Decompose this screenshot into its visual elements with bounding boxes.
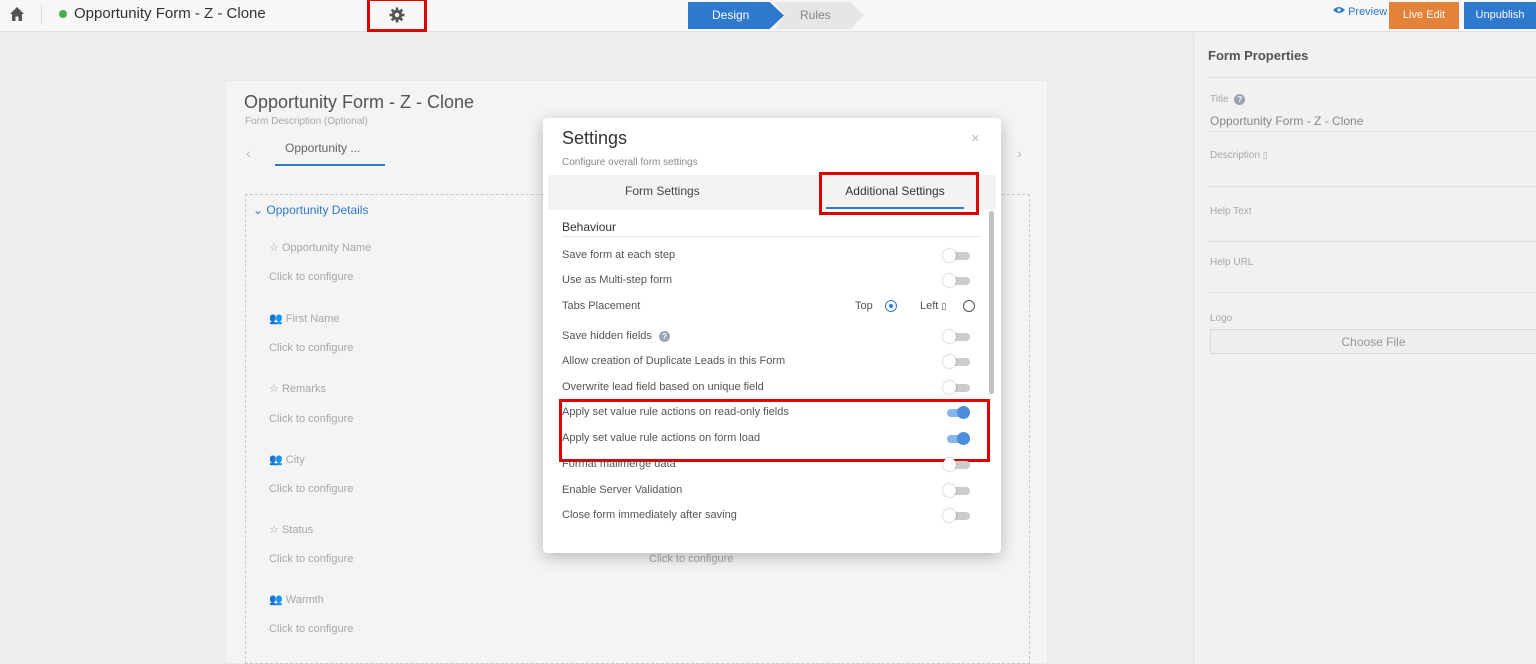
radio-top[interactable]	[885, 300, 897, 312]
toggle-save-hidden-fields[interactable]	[943, 330, 970, 343]
setting-label: Close form immediately after saving	[562, 509, 737, 521]
modal-title: Settings	[562, 128, 628, 148]
help-icon[interactable]: ?	[658, 331, 670, 342]
setting-label: Overwrite lead field based on unique fie…	[562, 381, 764, 393]
setting-label: Enable Server Validation	[562, 484, 683, 496]
toggle-duplicate-leads[interactable]	[943, 355, 970, 368]
info-icon: ▯	[941, 301, 947, 311]
annotation-highlight-tab	[819, 172, 979, 215]
scrollbar-thumb[interactable]	[989, 211, 994, 394]
setting-label-text: Save hidden fields	[562, 330, 652, 342]
toggle-close-after-saving[interactable]	[943, 509, 970, 522]
settings-modal: Settings Configure overall form settings…	[543, 118, 1001, 553]
modal-subtitle: Configure overall form settings	[562, 157, 698, 168]
close-icon[interactable]: ×	[971, 130, 980, 147]
annotation-highlight-rows	[559, 399, 990, 462]
radio-label-top: Top	[855, 300, 873, 312]
radio-label-left: Left ▯	[920, 300, 946, 312]
setting-label: Format mailmerge data	[562, 458, 676, 470]
setting-label: Save hidden fields ?	[562, 330, 670, 342]
radio-left[interactable]	[963, 300, 975, 312]
radio-left-text: Left	[920, 300, 939, 312]
toggle-multi-step[interactable]	[943, 274, 970, 287]
setting-label: Tabs Placement	[562, 300, 641, 312]
toggle-server-validation[interactable]	[943, 484, 970, 497]
tab-form-settings[interactable]: Form Settings	[625, 184, 700, 198]
setting-label: Allow creation of Duplicate Leads in thi…	[562, 355, 786, 367]
toggle-format-mailmerge[interactable]	[943, 458, 970, 471]
behaviour-heading: Behaviour	[562, 220, 617, 234]
toggle-save-each-step[interactable]	[943, 249, 970, 262]
divider	[562, 236, 980, 237]
toggle-overwrite-lead-field[interactable]	[943, 381, 970, 394]
setting-label: Use as Multi-step form	[562, 274, 673, 286]
setting-label: Save form at each step	[562, 249, 676, 261]
